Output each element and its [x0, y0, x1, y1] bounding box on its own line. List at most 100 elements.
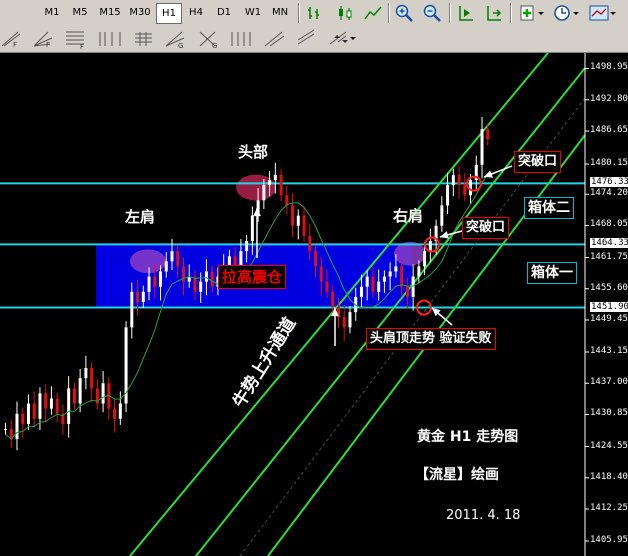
candle-body [118, 403, 122, 419]
author-label: 【流星】绘画 [415, 467, 499, 483]
regression-icon[interactable] [297, 29, 315, 45]
candle-body [147, 276, 151, 292]
candle-body [365, 276, 369, 287]
breakout-label-top: 突破口 [514, 151, 562, 173]
zoom-in-icon[interactable] [394, 3, 414, 23]
price-chart[interactable]: 左肩 头部 右肩 拉高震仓 突破口 突破口 箱体二 箱体一 头肩顶走势 验证失败… [0, 53, 628, 556]
gann-fan-icon[interactable]: G [165, 31, 185, 50]
candle-body [285, 195, 289, 206]
candle-body [371, 276, 375, 292]
gann-line-icon[interactable] [135, 32, 152, 46]
chart-title: 黄金 H1 走势图 [417, 429, 519, 445]
candle-body [486, 129, 490, 140]
candle-body [279, 174, 283, 196]
timeframe-h4[interactable]: H4 [184, 3, 208, 22]
price-level-tag: 1476.33 [590, 177, 628, 188]
candle-body [400, 266, 404, 287]
date-label: 2011. 4. 18 [446, 508, 521, 523]
andrews-pitchfork-icon[interactable] [264, 31, 285, 47]
price-tick: 1443.15 [590, 346, 628, 356]
candle-body [262, 185, 266, 201]
candle-body [411, 276, 415, 297]
line-chart-icon[interactable] [363, 3, 383, 23]
candle-body [423, 251, 427, 267]
fibo-time-icon[interactable]: F [66, 31, 84, 51]
zoom-out-icon[interactable] [422, 3, 442, 23]
bar-chart-icon[interactable] [305, 3, 325, 23]
svg-text:F: F [80, 43, 84, 51]
price-tick: 1486.65 [590, 124, 628, 135]
breakout-bottom-arrow-head [440, 231, 449, 239]
candle-body [302, 215, 306, 236]
candle-body [210, 271, 214, 287]
chart-shift-icon[interactable] [456, 3, 476, 23]
candle-body [164, 261, 168, 272]
candle-body [55, 398, 59, 414]
right-shoulder-label: 右肩 [393, 207, 424, 225]
left-shoulder-label: 左肩 [125, 208, 156, 226]
candle-body [101, 383, 105, 404]
auto-scroll-icon[interactable] [484, 3, 504, 23]
candle-body [440, 205, 444, 226]
gann-grid-icon[interactable]: G [199, 31, 217, 50]
toolbar-separator [388, 3, 390, 23]
candle-body [451, 174, 455, 186]
candle-body [268, 180, 272, 186]
timeframe-m30[interactable]: M30 [126, 3, 154, 22]
candle-body [319, 266, 323, 282]
candle-body [428, 240, 432, 252]
drawing-tools-toolbar: F F F G G [0, 26, 628, 53]
candle-body [159, 271, 163, 287]
fibo-fan-icon[interactable]: F [33, 31, 53, 49]
candle-body [32, 403, 36, 419]
candle-body [382, 276, 386, 282]
pull-up-label: 拉高震仓 [218, 265, 287, 289]
candle-body [273, 174, 277, 181]
candle-body [90, 368, 94, 389]
candle-body [26, 403, 30, 424]
timeframe-m1[interactable]: M1 [40, 3, 64, 22]
drawing-tools-strip: F F F G G [1, 29, 356, 51]
candle-body [405, 286, 409, 297]
price-level-tag: 1451.90 [590, 301, 628, 312]
candle-body [250, 215, 254, 241]
fibo-expansion-icon[interactable] [99, 32, 121, 46]
svg-text:G: G [212, 42, 217, 50]
candle-body [291, 205, 295, 226]
candle-body [136, 291, 140, 302]
toolbar-separator [510, 3, 512, 23]
timeframe-toolbar: M1 M5 M15 M30 H1 H4 D1 W1 MN [0, 0, 628, 27]
breakout-label-bottom: 突破口 [462, 217, 510, 239]
timeframe-m5[interactable]: M5 [68, 3, 92, 22]
candlestick-icon[interactable] [335, 3, 355, 23]
timeframe-mn[interactable]: MN [268, 3, 292, 22]
cycle-lines-icon[interactable] [231, 32, 251, 46]
chart-canvas[interactable] [0, 53, 628, 556]
price-tick: 1449.45 [590, 313, 628, 324]
candle-body [21, 413, 25, 424]
periodicity-icon[interactable] [553, 3, 581, 23]
price-tick: 1412.25 [590, 503, 628, 513]
toolbar-separator [449, 3, 451, 23]
timeframe-d1[interactable]: D1 [212, 3, 236, 22]
candle-body [113, 408, 117, 419]
timeframe-w1[interactable]: W1 [241, 3, 265, 22]
timeframe-m15[interactable]: M15 [96, 3, 124, 22]
templates-icon[interactable] [588, 3, 618, 23]
price-tick: 1498.95 [590, 62, 628, 73]
candle-body [72, 388, 76, 404]
candle-body [67, 388, 71, 424]
candle-body [296, 215, 300, 226]
fibo-arcs-icon[interactable]: F [1, 31, 21, 49]
indicators-icon[interactable] [518, 3, 546, 23]
price-tick: 1461.75 [590, 251, 628, 262]
candle-body [331, 291, 335, 308]
candle-body [308, 235, 312, 252]
timeframe-h1[interactable]: H1 [156, 3, 182, 24]
box-one-label: 箱体一 [527, 262, 577, 284]
candle-body [394, 266, 398, 272]
svg-text:F: F [13, 41, 17, 49]
candle-body [176, 251, 180, 267]
price-tick: 1424.55 [590, 440, 628, 451]
candle-body [44, 393, 48, 409]
